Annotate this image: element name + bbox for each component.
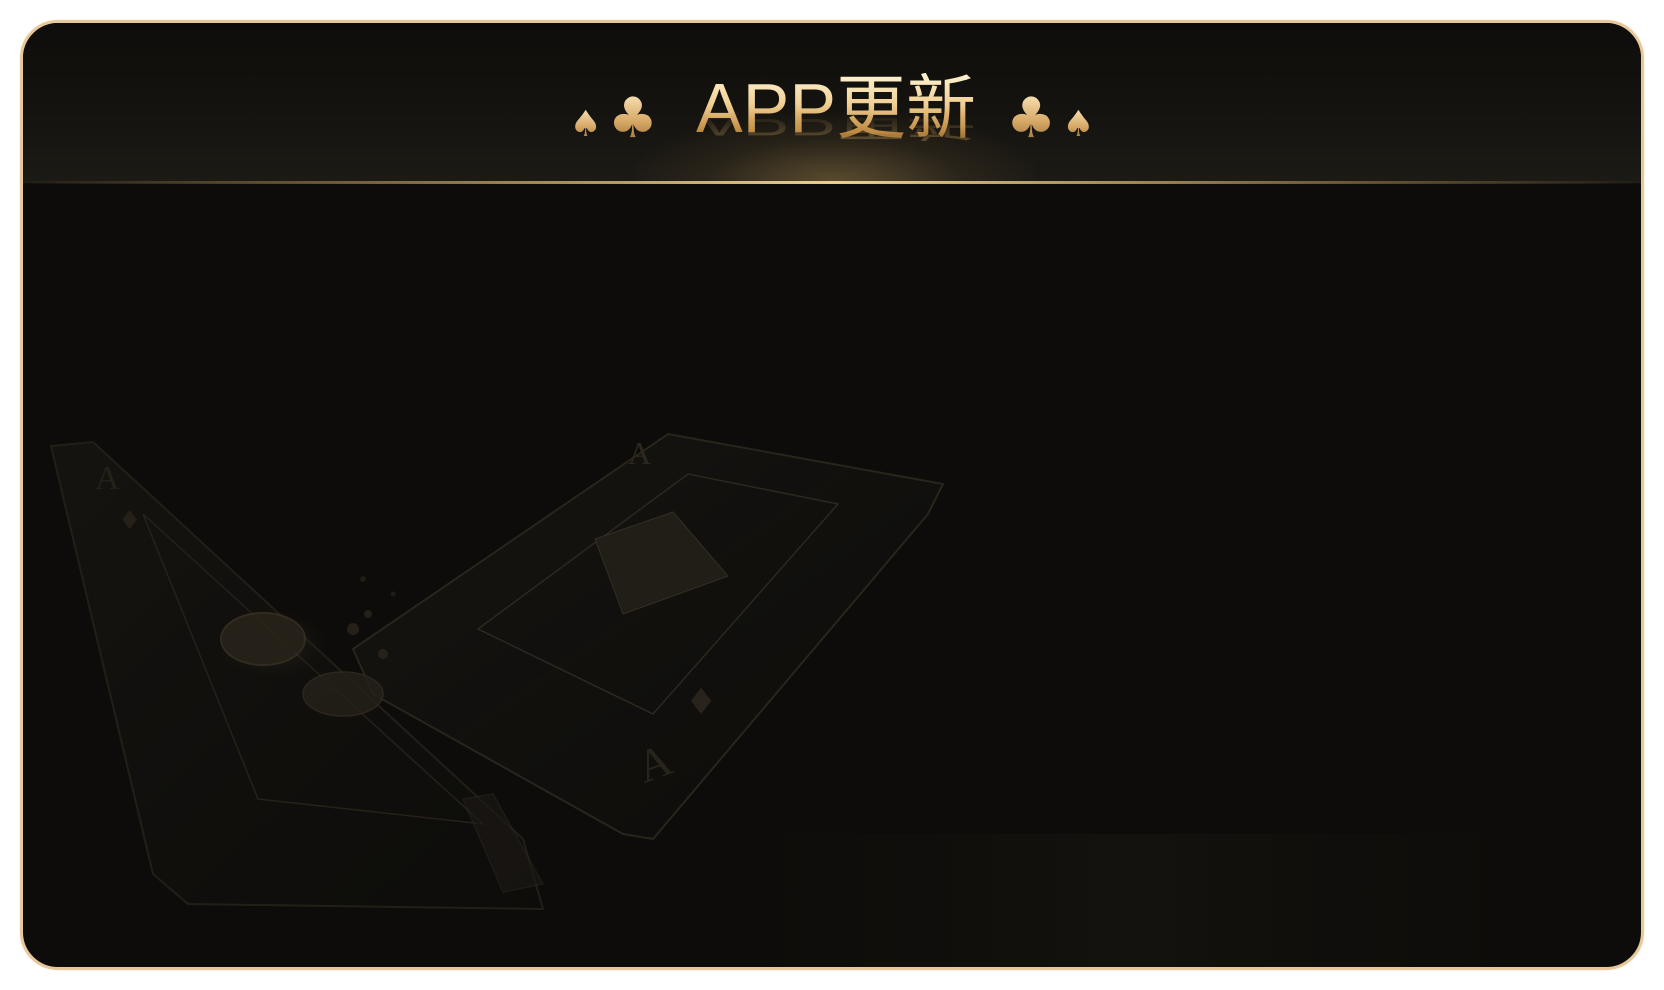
- svg-text:A: A: [95, 460, 120, 497]
- title-decoration-right: ♣ ♠: [1006, 69, 1094, 147]
- floor-shadow: [623, 834, 1641, 967]
- title-decoration-left: ♠ ♣: [569, 69, 657, 147]
- title-bar: ♠ ♣ APP更新 APP更新 ♣ ♠: [23, 53, 1641, 163]
- app-update-dialog: ♠ ♣ APP更新 APP更新 ♣ ♠ A ♦ A ♦ A: [20, 20, 1644, 970]
- club-icon: ♣: [1006, 86, 1057, 151]
- svg-text:A: A: [628, 435, 651, 471]
- dialog-title-text: APP更新: [695, 69, 977, 147]
- dialog-content: A ♦ A ♦ A: [23, 184, 1641, 967]
- spade-icon: ♠: [569, 104, 602, 145]
- spade-icon: ♠: [1062, 104, 1095, 145]
- dialog-title: APP更新 APP更新: [696, 73, 976, 143]
- dialog-header: ♠ ♣ APP更新 APP更新 ♣ ♠: [23, 23, 1641, 184]
- svg-text:♦: ♦: [118, 506, 141, 536]
- background-playing-cards-art: A ♦ A ♦ A: [49, 432, 1641, 967]
- svg-text:♦: ♦: [685, 682, 717, 723]
- club-icon: ♣: [607, 86, 658, 151]
